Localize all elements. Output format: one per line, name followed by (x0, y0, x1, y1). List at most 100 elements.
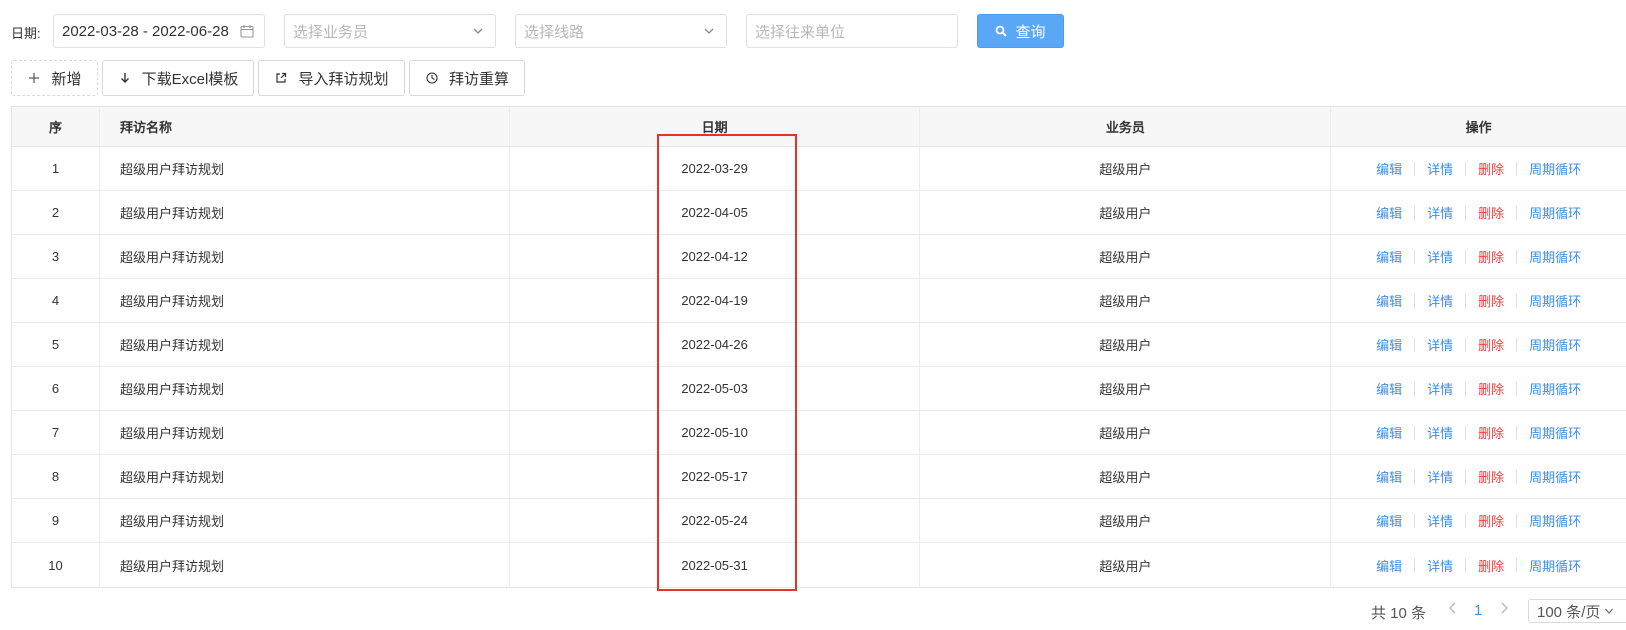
detail-link[interactable]: 详情 (1427, 291, 1453, 310)
detail-link[interactable]: 详情 (1427, 511, 1453, 530)
delete-link[interactable]: 删除 (1478, 291, 1504, 310)
visit-name: 超级用户拜访规划 (100, 147, 510, 190)
row-actions: 编辑 详情 删除 周期循环 (1331, 367, 1626, 410)
row-index: 4 (12, 279, 100, 322)
cycle-link[interactable]: 周期循环 (1529, 556, 1581, 575)
visit-date: 2022-04-05 (510, 191, 921, 234)
row-actions: 编辑 详情 删除 周期循环 (1331, 279, 1626, 322)
row-actions: 编辑 详情 删除 周期循环 (1331, 543, 1626, 587)
chevron-right-icon[interactable] (1499, 601, 1509, 619)
edit-link[interactable]: 编辑 (1376, 423, 1402, 442)
visit-date: 2022-05-10 (510, 411, 921, 454)
table-row: 7 超级用户拜访规划 2022-05-10 超级用户 编辑 详情 删除 周期循环 (12, 411, 1626, 455)
detail-link[interactable]: 详情 (1427, 556, 1453, 575)
delete-link[interactable]: 删除 (1478, 247, 1504, 266)
pagination: 共 10 条 1 100 条/页 (0, 599, 1626, 623)
visit-name: 超级用户拜访规划 (100, 367, 510, 410)
detail-link[interactable]: 详情 (1427, 379, 1453, 398)
edit-link[interactable]: 编辑 (1376, 467, 1402, 486)
detail-link[interactable]: 详情 (1427, 203, 1453, 222)
detail-link[interactable]: 详情 (1427, 423, 1453, 442)
delete-link[interactable]: 删除 (1478, 467, 1504, 486)
date-range-value: 2022-03-28 - 2022-06-28 (62, 22, 229, 40)
detail-link[interactable]: 详情 (1427, 335, 1453, 354)
delete-link[interactable]: 删除 (1478, 335, 1504, 354)
add-label: 新增 (51, 70, 82, 88)
pagination-page-current[interactable]: 1 (1474, 602, 1482, 619)
detail-link[interactable]: 详情 (1427, 467, 1453, 486)
cycle-link[interactable]: 周期循环 (1529, 423, 1581, 442)
action-divider (1516, 513, 1518, 528)
salesman-placeholder: 选择业务员 (293, 23, 369, 41)
salesman-name: 超级用户 (920, 147, 1332, 190)
delete-link[interactable]: 删除 (1478, 556, 1504, 575)
edit-link[interactable]: 编辑 (1376, 379, 1402, 398)
cycle-link[interactable]: 周期循环 (1529, 291, 1581, 310)
delete-link[interactable]: 删除 (1478, 203, 1504, 222)
cycle-link[interactable]: 周期循环 (1529, 159, 1581, 178)
delete-link[interactable]: 删除 (1478, 159, 1504, 178)
table-row: 8 超级用户拜访规划 2022-05-17 超级用户 编辑 详情 删除 周期循环 (12, 455, 1626, 499)
column-header-index: 序 (12, 107, 100, 146)
salesman-name: 超级用户 (920, 543, 1332, 587)
column-header-name: 拜访名称 (100, 107, 510, 146)
visit-plan-table: 序 拜访名称 日期 业务员 操作 1 超级用户拜访规划 2022-03-29 超级用户… (11, 106, 1626, 588)
detail-link[interactable]: 详情 (1427, 247, 1453, 266)
salesman-select[interactable]: 选择业务员 (284, 14, 496, 48)
edit-link[interactable]: 编辑 (1376, 247, 1402, 266)
action-divider (1465, 293, 1467, 308)
route-select[interactable]: 选择线路 (515, 14, 727, 48)
edit-link[interactable]: 编辑 (1376, 159, 1402, 178)
cycle-link[interactable]: 周期循环 (1529, 379, 1581, 398)
download-template-button[interactable]: 下载Excel模板 (102, 60, 254, 96)
salesman-name: 超级用户 (920, 411, 1332, 454)
action-divider (1465, 469, 1467, 484)
cycle-link[interactable]: 周期循环 (1529, 247, 1581, 266)
cycle-link[interactable]: 周期循环 (1529, 511, 1581, 530)
action-divider (1516, 425, 1518, 440)
table-row: 1 超级用户拜访规划 2022-03-29 超级用户 编辑 详情 删除 周期循环 (12, 147, 1626, 191)
date-label: 日期: (11, 26, 41, 41)
edit-link[interactable]: 编辑 (1376, 291, 1402, 310)
table-row: 2 超级用户拜访规划 2022-04-05 超级用户 编辑 详情 删除 周期循环 (12, 191, 1626, 235)
action-divider (1465, 425, 1467, 440)
salesman-name: 超级用户 (920, 499, 1332, 542)
action-divider (1465, 513, 1467, 528)
cycle-link[interactable]: 周期循环 (1529, 335, 1581, 354)
table-row: 6 超级用户拜访规划 2022-05-03 超级用户 编辑 详情 删除 周期循环 (12, 367, 1626, 411)
visit-name: 超级用户拜访规划 (100, 499, 510, 542)
cycle-link[interactable]: 周期循环 (1529, 467, 1581, 486)
page-size-select[interactable]: 100 条/页 (1528, 599, 1626, 623)
action-divider (1414, 337, 1416, 352)
chevron-left-icon[interactable] (1448, 601, 1458, 619)
table-header: 序 拜访名称 日期 业务员 操作 (12, 107, 1626, 147)
query-button[interactable]: 查询 (977, 14, 1064, 48)
pagination-total: 共 10 条 (1371, 605, 1427, 622)
partner-input[interactable]: 选择往来单位 (746, 14, 958, 48)
visit-date: 2022-04-19 (510, 279, 921, 322)
date-range-picker[interactable]: 2022-03-28 - 2022-06-28 (53, 14, 265, 48)
edit-link[interactable]: 编辑 (1376, 511, 1402, 530)
visit-name: 超级用户拜访规划 (100, 279, 510, 322)
edit-link[interactable]: 编辑 (1376, 203, 1402, 222)
edit-link[interactable]: 编辑 (1376, 335, 1402, 354)
delete-link[interactable]: 删除 (1478, 423, 1504, 442)
recalc-visits-button[interactable]: 拜访重算 (409, 60, 525, 96)
edit-link[interactable]: 编辑 (1376, 556, 1402, 575)
action-divider (1516, 337, 1518, 352)
delete-link[interactable]: 删除 (1478, 511, 1504, 530)
add-button[interactable]: 新增 (11, 60, 98, 96)
calendar-icon (240, 24, 254, 38)
delete-link[interactable]: 删除 (1478, 379, 1504, 398)
table-body: 1 超级用户拜访规划 2022-03-29 超级用户 编辑 详情 删除 周期循环 2 超级用户拜访… (12, 147, 1626, 587)
cycle-link[interactable]: 周期循环 (1529, 203, 1581, 222)
row-index: 5 (12, 323, 100, 366)
row-index: 1 (12, 147, 100, 190)
clock-icon (425, 71, 439, 85)
visit-date: 2022-03-29 (510, 147, 921, 190)
import-plan-button[interactable]: 导入拜访规划 (258, 60, 405, 96)
detail-link[interactable]: 详情 (1427, 159, 1453, 178)
download-label: 下载Excel模板 (141, 70, 239, 88)
action-divider (1414, 558, 1416, 572)
table-row: 4 超级用户拜访规划 2022-04-19 超级用户 编辑 详情 删除 周期循环 (12, 279, 1626, 323)
